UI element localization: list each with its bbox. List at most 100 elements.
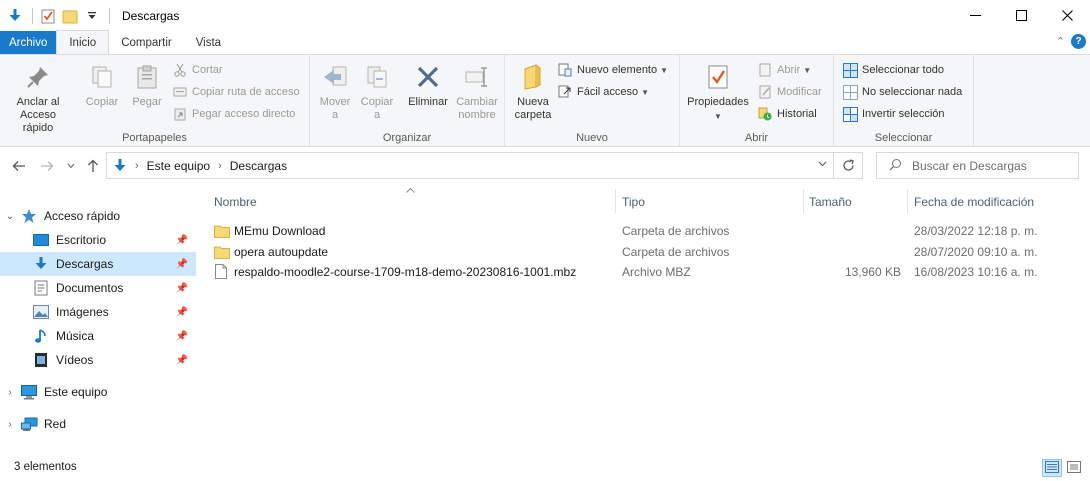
nav-item-descargas[interactable]: Descargas 📌: [0, 252, 196, 276]
back-button[interactable]: [10, 157, 28, 175]
edit-button[interactable]: Modificar: [757, 82, 822, 102]
properties-button[interactable]: Propiedades ▼: [684, 61, 752, 123]
download-icon: [32, 255, 50, 273]
search-input[interactable]: Buscar en Descargas: [876, 152, 1079, 179]
file-name: MEmu Download: [234, 223, 326, 238]
paste-button[interactable]: Pegar: [127, 61, 167, 109]
copy-to-button[interactable]: Copiar a: [358, 61, 396, 122]
item-count: 3 elementos: [14, 461, 77, 473]
up-button[interactable]: [84, 157, 102, 175]
invert-selection-button[interactable]: Invertir selección: [842, 104, 945, 124]
group-organizar: Mover a Copiar a Eliminar Cambiar nombre…: [310, 55, 505, 147]
tab-archivo[interactable]: Archivo: [0, 31, 57, 54]
pin-icon: 📌: [175, 306, 188, 318]
tab-compartir[interactable]: Compartir: [109, 31, 183, 54]
minimize-button[interactable]: [952, 0, 998, 31]
chevron-down-icon[interactable]: ⌄: [0, 211, 20, 222]
nav-item-imagenes[interactable]: Imágenes 📌: [0, 300, 196, 324]
nav-item-documentos[interactable]: Documentos 📌: [0, 276, 196, 300]
nav-item-acceso-rapido[interactable]: ⌄ Acceso rápido: [0, 204, 196, 228]
large-icons-view-icon: [1067, 460, 1081, 476]
chevron-right-icon: ›: [135, 159, 139, 172]
file-date: 28/03/2022 12:18 p. m.: [914, 223, 1038, 238]
navigation-bar: › Este equipo › Descargas Buscar en Desc…: [0, 147, 1090, 185]
cut-button[interactable]: Cortar: [172, 60, 223, 80]
column-header-fecha[interactable]: Fecha de modificación: [908, 192, 1078, 212]
copy-path-icon: [172, 84, 188, 100]
select-none-icon: [842, 84, 858, 100]
chevron-right-icon[interactable]: ›: [0, 387, 20, 398]
file-name: opera autoupdate: [234, 244, 329, 259]
paste-shortcut-icon: [172, 106, 188, 122]
chevron-down-icon: ▼: [714, 112, 722, 121]
recent-locations-button[interactable]: [62, 157, 80, 175]
select-all-icon: [842, 62, 858, 78]
ribbon: Anclar al Acceso rápido Copiar Pegar Cor…: [0, 54, 1090, 147]
nav-item-escritorio[interactable]: Escritorio 📌: [0, 228, 196, 252]
group-nuevo: Nueva carpeta Nuevo elemento ▼ Fácil acc…: [505, 55, 680, 147]
rename-button[interactable]: Cambiar nombre: [453, 61, 501, 122]
large-icons-view-button[interactable]: [1064, 459, 1084, 477]
quick-access-toolbar: Descargas: [0, 0, 179, 31]
easy-access-button[interactable]: Fácil acceso ▼: [557, 82, 649, 102]
refresh-button[interactable]: [834, 152, 863, 179]
open-button[interactable]: Abrir ▼: [757, 60, 811, 80]
new-folder-icon[interactable]: [61, 7, 79, 25]
pin-icon: 📌: [175, 282, 188, 294]
nav-item-red[interactable]: › Red: [0, 412, 196, 436]
breadcrumb-descargas[interactable]: Descargas: [230, 159, 287, 173]
edit-icon: [757, 84, 773, 100]
tab-inicio[interactable]: Inicio: [56, 30, 110, 54]
paste-shortcut-button[interactable]: Pegar acceso directo: [172, 104, 295, 124]
copy-button[interactable]: Copiar: [82, 61, 122, 109]
breadcrumb-este-equipo[interactable]: Este equipo: [147, 159, 210, 173]
history-icon: [757, 106, 773, 122]
group-label-portapapeles: Portapapeles: [122, 132, 187, 144]
column-header-nombre[interactable]: Nombre: [208, 192, 614, 212]
chevron-right-icon[interactable]: ›: [0, 419, 20, 430]
nav-item-este-equipo[interactable]: › Este equipo: [0, 380, 196, 404]
help-icon[interactable]: ?: [1071, 34, 1086, 49]
open-icon: [757, 62, 773, 78]
collapse-ribbon-icon[interactable]: ⌃: [1056, 35, 1065, 48]
delete-button[interactable]: Eliminar: [406, 61, 450, 109]
forward-button[interactable]: [38, 157, 56, 175]
move-to-button[interactable]: Mover a: [316, 61, 354, 122]
file-row[interactable]: respaldo-moodle2-course-1709-m18-demo-20…: [208, 261, 1068, 282]
group-label-seleccionar: Seleccionar: [874, 132, 933, 144]
status-bar: 3 elementos: [0, 455, 1090, 481]
file-type: Carpeta de archivos: [622, 244, 730, 259]
properties-icon[interactable]: [39, 7, 57, 25]
window-title: Descargas: [122, 8, 180, 23]
tab-vista[interactable]: Vista: [184, 31, 233, 54]
select-none-button[interactable]: No seleccionar nada: [842, 82, 962, 102]
maximize-button[interactable]: [998, 0, 1044, 31]
desktop-icon: [32, 231, 50, 249]
select-all-button[interactable]: Seleccionar todo: [842, 60, 944, 80]
pin-icon: 📌: [175, 258, 188, 270]
rename-icon: [461, 61, 493, 93]
file-row[interactable]: MEmu Download Carpeta de archivos 28/03/…: [208, 220, 1068, 241]
pin-quick-access-button[interactable]: Anclar al Acceso rápido: [6, 61, 70, 135]
close-button[interactable]: [1044, 0, 1090, 31]
new-folder-button[interactable]: Nueva carpeta: [511, 61, 555, 122]
new-item-button[interactable]: Nuevo elemento ▼: [557, 60, 668, 80]
column-header-tipo[interactable]: Tipo: [616, 192, 802, 212]
copy-path-button[interactable]: Copiar ruta de acceso: [172, 82, 300, 102]
customize-dropdown-icon[interactable]: [83, 7, 101, 25]
computer-icon: [20, 383, 38, 401]
nav-item-musica[interactable]: Música 📌: [0, 324, 196, 348]
file-row[interactable]: opera autoupdate Carpeta de archivos 28/…: [208, 241, 1068, 262]
column-header-tamano[interactable]: Tamaño: [803, 192, 907, 212]
pin-icon: 📌: [175, 234, 188, 246]
address-bar[interactable]: › Este equipo › Descargas: [106, 152, 834, 179]
file-type: Archivo MBZ: [622, 264, 691, 279]
history-button[interactable]: Historial: [757, 104, 817, 124]
network-icon: [20, 415, 38, 433]
search-placeholder: Buscar en Descargas: [912, 158, 1027, 173]
file-size: 13,960 KB: [844, 264, 901, 279]
address-dropdown-icon[interactable]: [818, 159, 827, 170]
nav-item-videos[interactable]: Vídeos 📌: [0, 348, 196, 372]
download-icon: [6, 7, 24, 25]
details-view-button[interactable]: [1042, 459, 1062, 477]
